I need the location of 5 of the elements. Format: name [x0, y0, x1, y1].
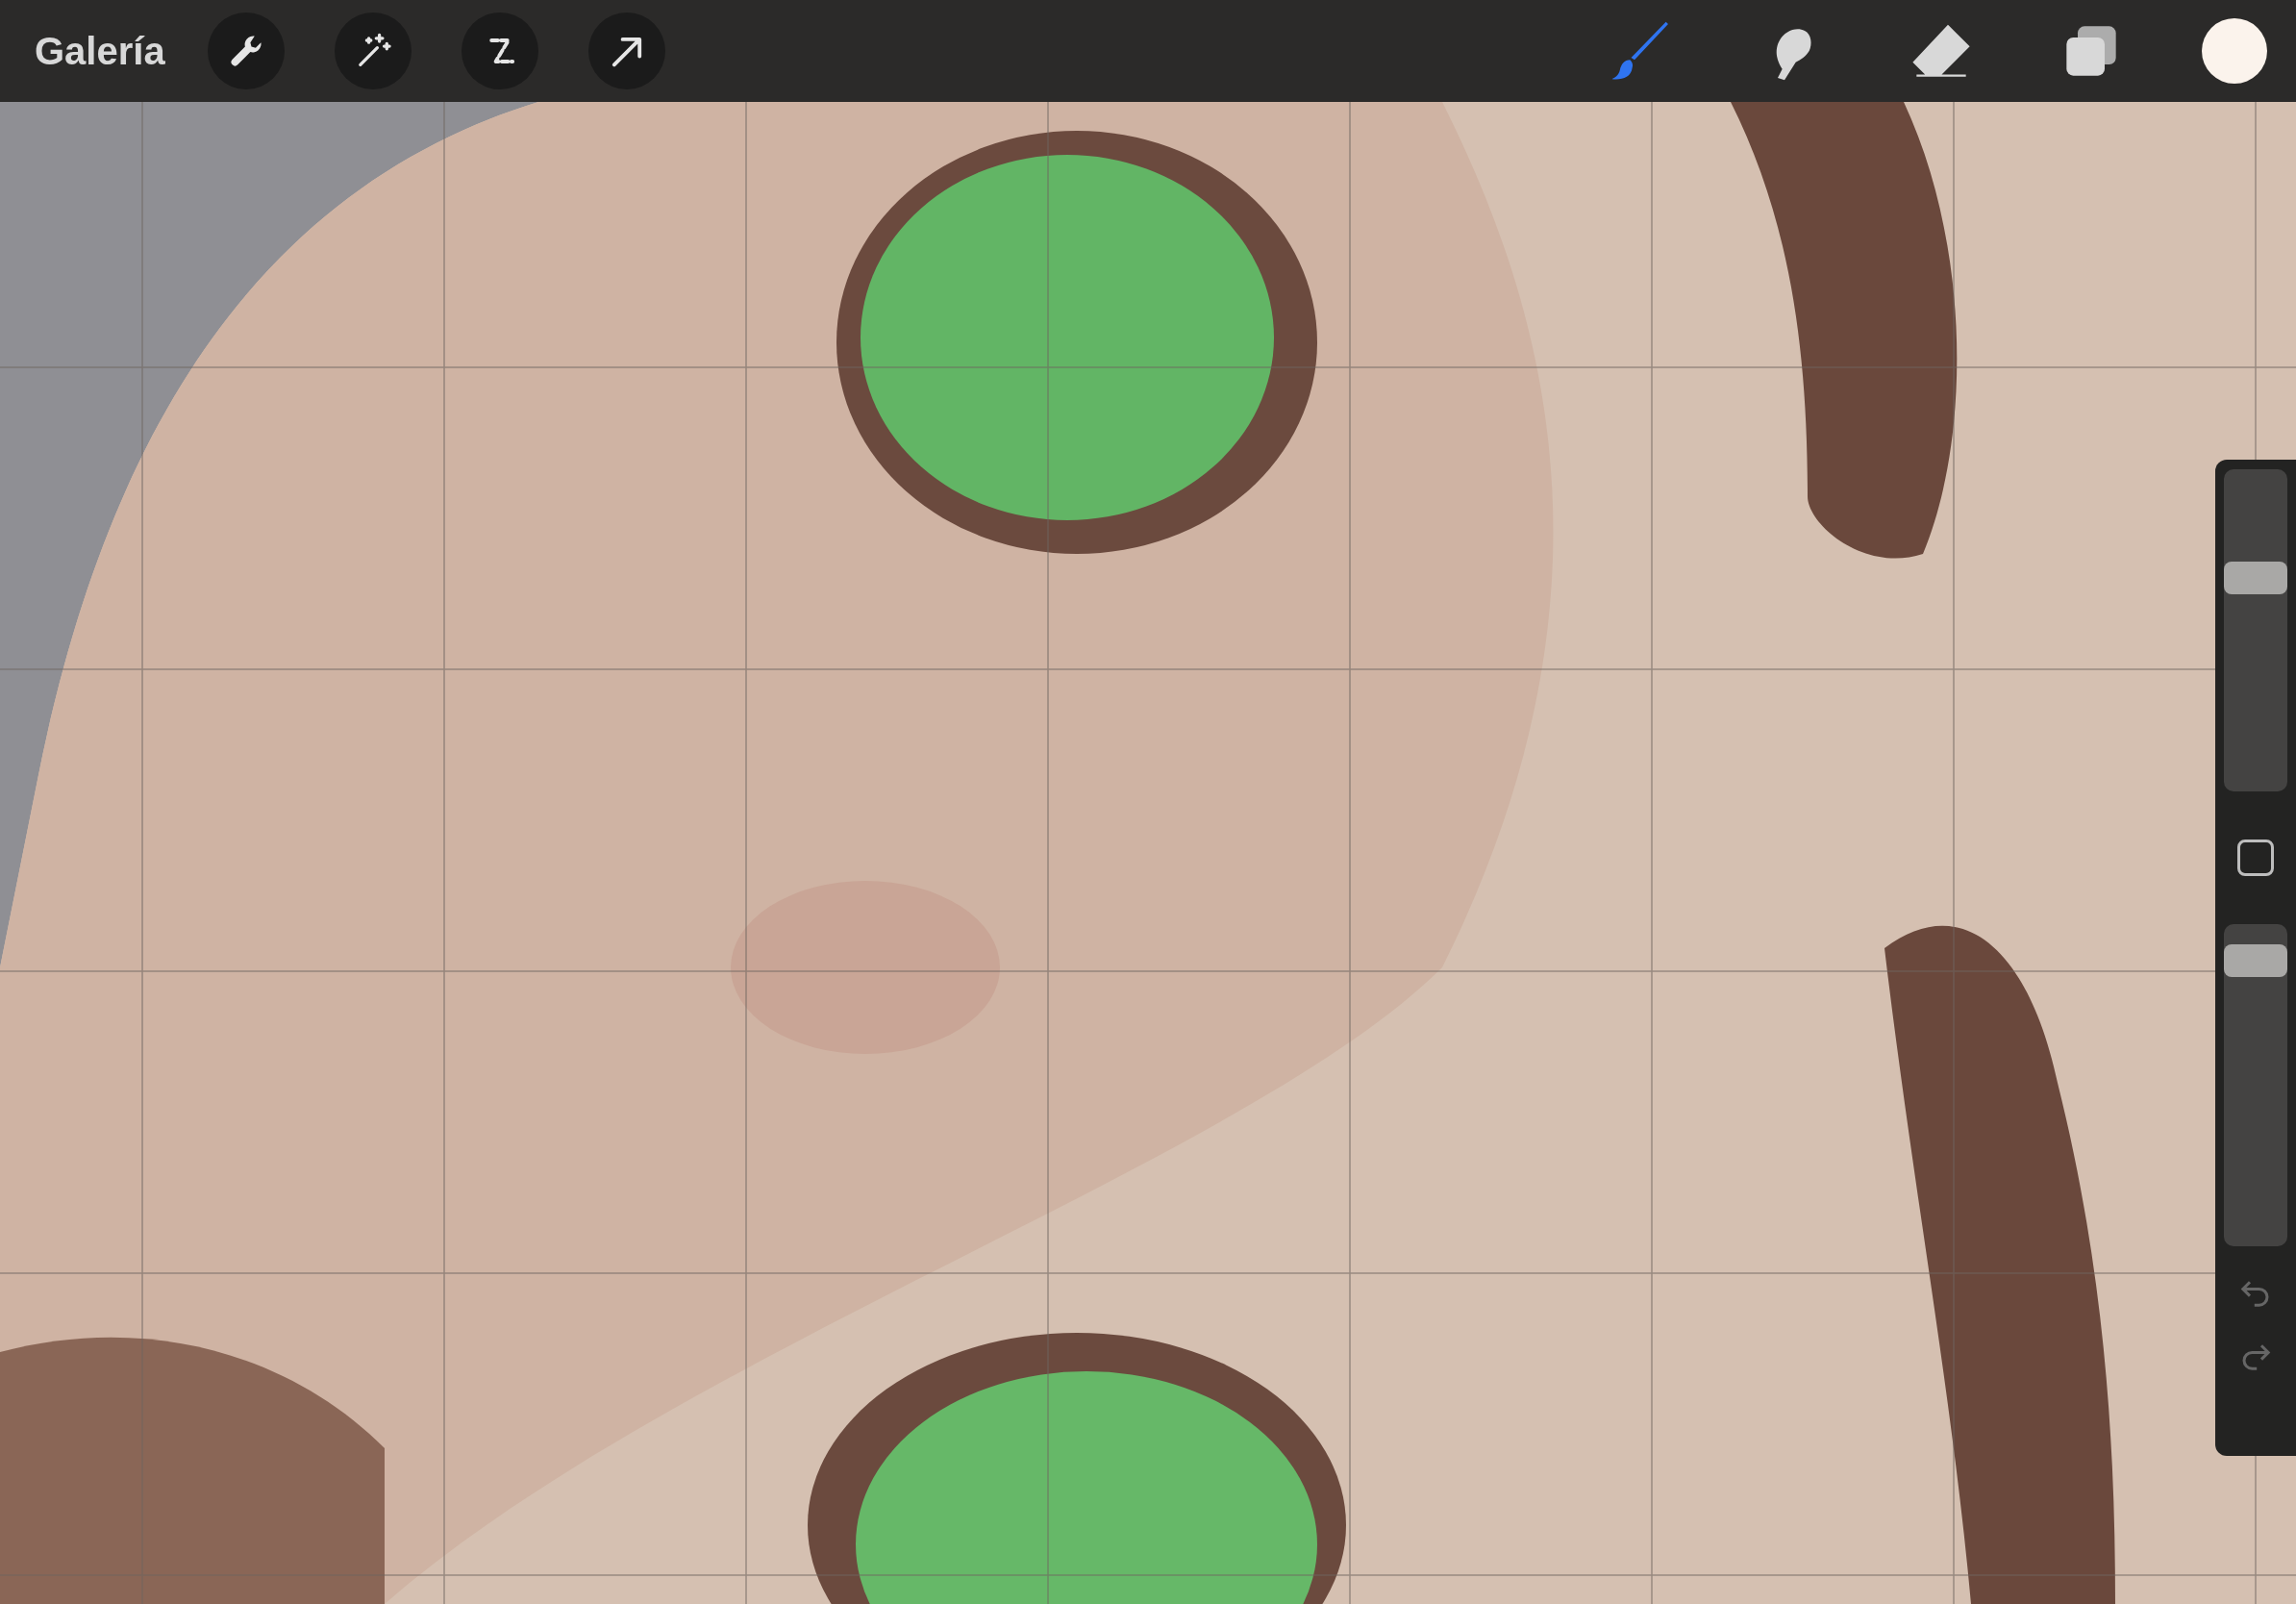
gallery-link[interactable]: Galería	[35, 29, 165, 73]
opacity-slider[interactable]	[2224, 924, 2287, 1246]
brush-size-slider[interactable]	[2224, 469, 2287, 791]
slider-handle[interactable]	[2224, 562, 2287, 595]
slider-handle[interactable]	[2224, 944, 2287, 978]
